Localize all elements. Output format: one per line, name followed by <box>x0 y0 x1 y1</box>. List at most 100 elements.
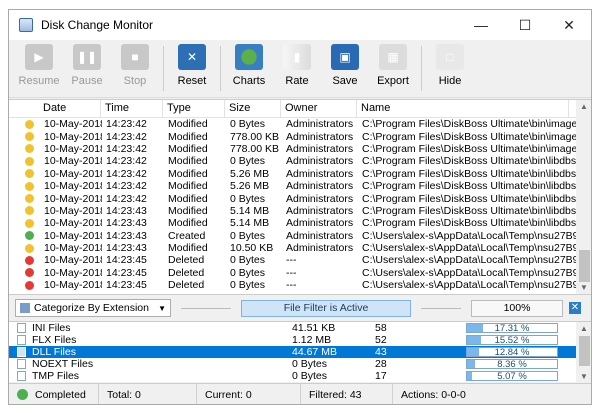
table-row[interactable]: 10-May-2018 14:23:42 Modified 5.26 MB Admini… <box>9 180 591 193</box>
cell-date: 10-May-2018 <box>44 118 102 131</box>
table-row[interactable]: 10-May-2018 14:23:42 Modified 778.00 KB Admi… <box>9 130 591 143</box>
percent-text: 5.07 % <box>497 371 527 382</box>
percent-bar: 8.36 % <box>466 359 558 369</box>
scroll-thumb[interactable] <box>579 250 590 282</box>
category-select[interactable]: Categorize By Extension ▼ <box>15 299 171 317</box>
cell-type: Modified <box>168 130 208 143</box>
toolbar-separator <box>220 46 221 91</box>
cell-name: C:\Program Files\DiskBoss Ultimate\bin\l… <box>362 155 584 168</box>
cell-date: 10-May-2018 <box>44 142 102 155</box>
cell-owner: Administrators <box>286 192 354 205</box>
status-yellow-icon <box>25 156 34 166</box>
status-yellow-icon <box>25 119 34 129</box>
cell-type: Created <box>168 229 206 242</box>
category-row[interactable]: FLX Files 1.12 MB 52 15.52 % <box>9 334 576 346</box>
table-row[interactable]: 10-May-2018 14:23:42 Modified 0 Bytes Admini… <box>9 192 591 205</box>
table-row[interactable]: 10-May-2018 14:23:42 Modified 778.00 KB Admi… <box>9 142 591 155</box>
toolbar-label: Pause <box>71 75 103 87</box>
close-icon[interactable]: ✕ <box>547 10 591 40</box>
cell-date: 10-May-2018 <box>44 229 102 242</box>
status-state: Completed <box>35 388 86 401</box>
scroll-up-icon[interactable]: ▲ <box>580 324 588 333</box>
save-button[interactable]: ▣ Save <box>321 40 369 97</box>
cell-size: 5.26 MB <box>230 167 270 180</box>
play-icon: ▶ <box>25 44 53 70</box>
table-row[interactable]: 10-May-2018 14:23:42 Modified 5.26 MB Admini… <box>9 167 591 180</box>
col-name[interactable]: Name <box>357 100 569 117</box>
cell-type: Modified <box>168 167 208 180</box>
cell-time: 14:23:42 <box>106 167 147 180</box>
cell-owner: Administrators <box>286 242 354 255</box>
category-row[interactable]: INI Files 41.51 KB 58 17.31 % <box>9 322 576 334</box>
category-name: TMP Files <box>32 370 80 382</box>
col-owner[interactable]: Owner <box>281 100 357 117</box>
rate-button[interactable]: ▮ Rate <box>273 40 321 97</box>
cell-date: 10-May-2018 <box>44 279 102 292</box>
scroll-down-icon[interactable]: ▼ <box>580 372 588 381</box>
cell-size: 5.14 MB <box>230 217 270 230</box>
cell-name: C:\Program Files\DiskBoss Ultimate\bin\i… <box>362 118 584 131</box>
col-time[interactable]: Time <box>101 100 163 117</box>
category-row[interactable]: TMP Files 0 Bytes 17 5.07 % <box>9 370 576 382</box>
scroll-down-icon[interactable]: ▼ <box>580 283 588 292</box>
table-row[interactable]: 10-May-2018 14:23:42 Modified 0 Bytes Admini… <box>9 118 591 131</box>
cell-time: 14:23:42 <box>106 180 147 193</box>
stop-button[interactable]: ■ Stop <box>111 40 159 97</box>
table-row[interactable]: 10-May-2018 14:23:45 Deleted 0 Bytes --- C:\U… <box>9 267 591 279</box>
table-row[interactable]: 10-May-2018 14:23:43 Modified 5.14 MB Admini… <box>9 204 591 217</box>
ext-scrollbar[interactable]: ▲ ▼ <box>576 322 591 383</box>
cell-time: 14:23:42 <box>106 192 147 205</box>
toolbar-label: Reset <box>177 75 207 87</box>
charts-button[interactable]: Charts <box>225 40 273 97</box>
bar-chart-icon: ▮ <box>283 44 311 70</box>
reset-button[interactable]: ✕ Reset <box>168 40 216 97</box>
category-size: 41.51 KB <box>292 322 336 334</box>
progress-indicator: 100% <box>471 299 563 317</box>
toolbar-label: Export <box>377 75 409 87</box>
status-total: Total: 0 <box>99 384 197 404</box>
category-size: 1.12 MB <box>292 334 332 346</box>
file-icon <box>17 335 26 345</box>
table-row[interactable]: 10-May-2018 14:23:42 Modified 0 Bytes Admini… <box>9 155 591 168</box>
file-filter-button[interactable]: File Filter is Active <box>241 299 411 317</box>
col-type[interactable]: Type <box>163 100 225 117</box>
divider <box>421 307 461 309</box>
file-icon <box>17 323 26 333</box>
chevron-down-icon: ▼ <box>158 303 166 313</box>
toolbar-label: Stop <box>123 75 147 87</box>
cell-name: C:\Program Files\DiskBoss Ultimate\bin\l… <box>362 192 584 205</box>
col-size[interactable]: Size <box>225 100 281 117</box>
table-row[interactable]: 10-May-2018 14:23:45 Deleted 0 Bytes --- C:\U… <box>9 254 591 267</box>
scroll-thumb[interactable] <box>579 336 590 366</box>
status-filtered: Filtered: 43 <box>301 384 393 404</box>
close-filter-icon[interactable]: ✕ <box>569 302 581 314</box>
category-size: 0 Bytes <box>292 370 328 382</box>
hide-button[interactable]: □ Hide <box>426 40 474 97</box>
table-row[interactable]: 10-May-2018 14:23:43 Created 0 Bytes Adminis… <box>9 229 591 242</box>
toolbar-label: Rate <box>285 75 309 87</box>
table-row[interactable]: 10-May-2018 14:23:43 Modified 10.50 KB Admin… <box>9 242 591 255</box>
resume-button[interactable]: ▶ Resume <box>15 40 63 97</box>
vertical-scrollbar[interactable]: ▲ ▼ <box>576 100 591 294</box>
category-row[interactable]: NOEXT Files 0 Bytes 28 8.36 % <box>9 358 576 370</box>
minimize-icon[interactable]: — <box>459 10 503 40</box>
extension-categories[interactable]: ▲ ▼ INI Files 41.51 KB 58 17.31 % FLX Files 1… <box>9 321 591 383</box>
cell-time: 14:23:42 <box>106 118 147 131</box>
col-date[interactable]: Date <box>39 100 101 117</box>
percent-bar: 12.84 % <box>466 347 558 357</box>
table-row[interactable]: 10-May-2018 14:23:45 Deleted 0 Bytes --- C:\U… <box>9 279 591 292</box>
status-red-icon <box>25 268 34 278</box>
table-row[interactable]: 10-May-2018 14:23:43 Modified 5.14 MB Admini… <box>9 217 591 230</box>
maximize-icon[interactable]: ☐ <box>503 10 547 40</box>
cell-type: Deleted <box>168 254 205 267</box>
scroll-up-icon[interactable]: ▲ <box>580 102 588 111</box>
category-name: NOEXT Files <box>32 358 94 370</box>
pause-button[interactable]: ❚❚ Pause <box>63 40 111 97</box>
category-row[interactable]: DLL Files 44.67 MB 43 12.84 % <box>9 346 576 358</box>
export-button[interactable]: ▦ Export <box>369 40 417 97</box>
pause-icon: ❚❚ <box>73 44 101 70</box>
cell-size: 5.14 MB <box>230 204 270 217</box>
cell-time: 14:23:42 <box>106 130 147 143</box>
changes-list[interactable]: Date Time Type Size Owner Name 10-May-20… <box>9 99 591 295</box>
category-count: 28 <box>375 358 387 370</box>
